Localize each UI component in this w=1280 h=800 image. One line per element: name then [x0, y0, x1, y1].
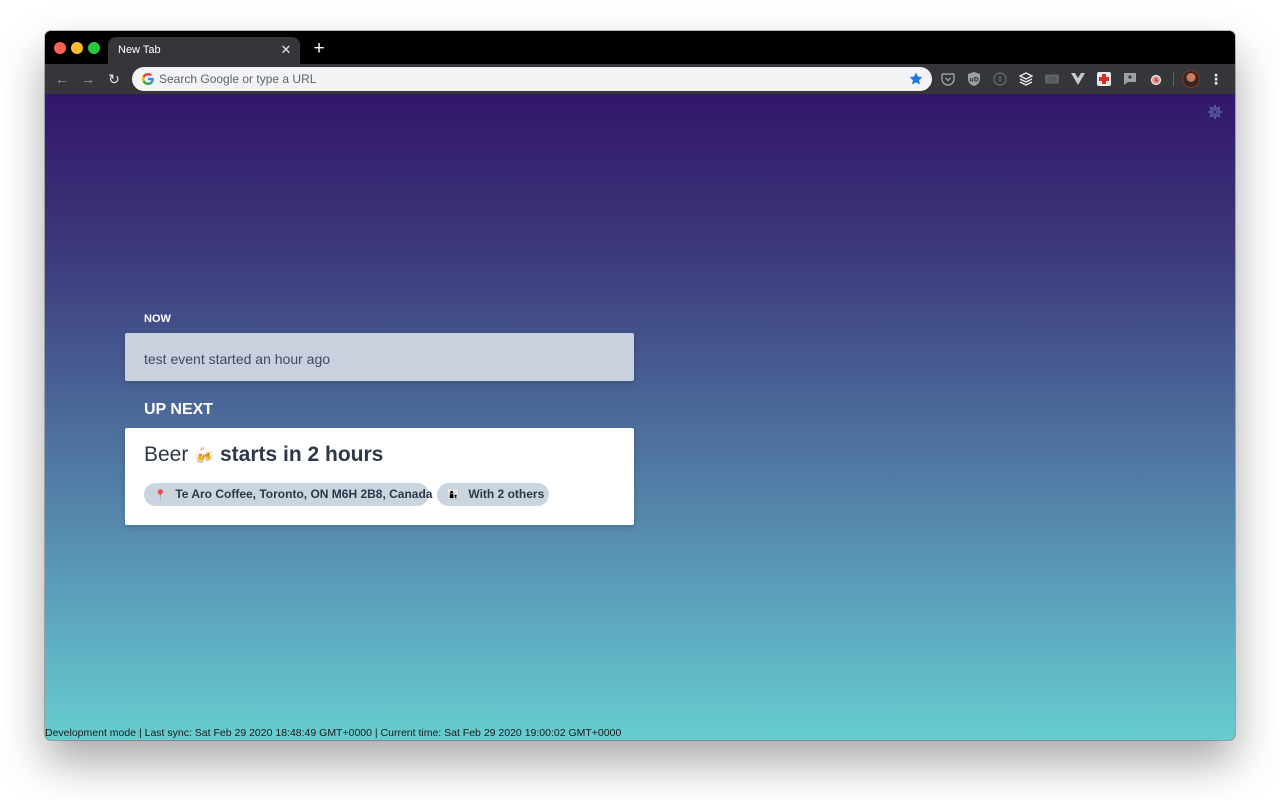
google-g-icon: [141, 72, 154, 86]
next-event-card[interactable]: Beer 🍻 starts in 2 hours 📍 Te Aro Coffee…: [125, 428, 634, 525]
browser-window: New Tab ✕ + ← → ↻ Search Google or type …: [45, 31, 1235, 740]
status-bar: Development mode | Last sync: Sat Feb 29…: [45, 727, 622, 739]
close-window-button[interactable]: [54, 42, 66, 54]
pin-icon: 📍: [154, 490, 167, 501]
close-icon[interactable]: ✕: [278, 42, 294, 58]
health-icon[interactable]: [1096, 71, 1112, 87]
beer-emoji-icon: 🍻: [194, 448, 215, 465]
omnibox[interactable]: Search Google or type a URL: [132, 67, 932, 91]
arrow-right-icon[interactable]: →: [78, 69, 98, 89]
arrow-left-icon[interactable]: ←: [52, 69, 72, 89]
location-text: Te Aro Coffee, Toronto, ON M6H 2B8, Cana…: [175, 487, 433, 501]
info-icon[interactable]: [992, 71, 1008, 87]
attendees-text: With 2 others: [468, 487, 545, 501]
now-section-label: NOW: [144, 313, 171, 325]
now-event-card[interactable]: test event started an hour ago: [125, 333, 634, 381]
tab-strip: New Tab ✕ +: [45, 31, 1235, 64]
plus-icon[interactable]: +: [309, 39, 329, 59]
tab-title: New Tab: [118, 44, 161, 56]
toolbar-divider: [1173, 72, 1174, 86]
reload-icon[interactable]: ↻: [104, 69, 124, 89]
next-event-start-time: starts in 2 hours: [219, 443, 384, 466]
now-event-text: test event started an hour ago: [144, 351, 331, 367]
star-icon[interactable]: [908, 71, 924, 87]
browser-toolbar: ← → ↻ Search Google or type a URL uD 10 …: [45, 64, 1235, 94]
location-chip[interactable]: 📍 Te Aro Coffee, Toronto, ON M6H 2B8, Ca…: [144, 483, 433, 506]
next-event-title: Beer 🍻 starts in 2 hours: [144, 443, 383, 467]
buffer-icon[interactable]: [1018, 71, 1034, 87]
minimize-window-button[interactable]: [71, 42, 83, 54]
up-next-section-label: UP NEXT: [144, 401, 214, 418]
tab-counter-icon[interactable]: 10: [1044, 71, 1060, 87]
omnibox-placeholder: Search Google or type a URL: [159, 72, 317, 86]
svg-text:10: 10: [1048, 77, 1056, 84]
feedback-icon[interactable]: [1122, 71, 1138, 87]
avatar[interactable]: [1182, 70, 1200, 88]
gear-icon[interactable]: [1207, 104, 1223, 120]
alarm-icon[interactable]: [1148, 71, 1164, 87]
vue-devtools-icon[interactable]: [1070, 71, 1086, 87]
kebab-menu-icon[interactable]: ⋮: [1208, 70, 1224, 88]
new-tab-page: NOW test event started an hour ago UP NE…: [45, 94, 1235, 740]
svg-text:uD: uD: [969, 77, 978, 84]
pocket-icon[interactable]: [940, 71, 956, 87]
attendees-chip[interactable]: 👩‍👦 With 2 others: [437, 483, 549, 506]
zoom-window-button[interactable]: [88, 42, 100, 54]
tab-new-tab[interactable]: New Tab ✕: [108, 37, 300, 64]
next-event-name: Beer: [144, 443, 189, 466]
people-icon: 👩‍👦: [447, 490, 460, 501]
ublock-icon[interactable]: uD: [966, 71, 982, 87]
